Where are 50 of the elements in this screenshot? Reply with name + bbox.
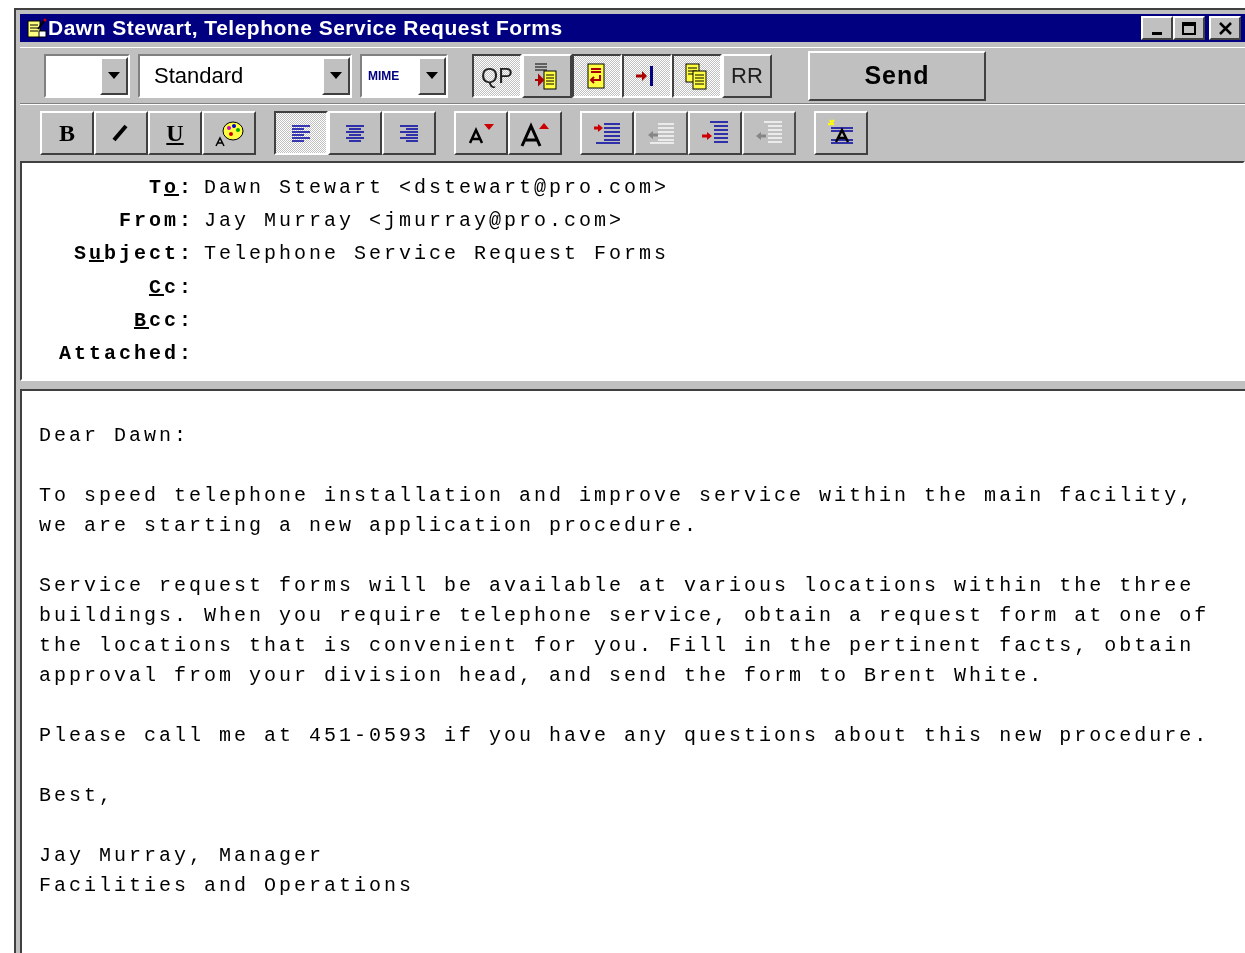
field-label: To:: [147, 174, 195, 201]
dropdown[interactable]: [44, 53, 130, 98]
close-button[interactable]: [1209, 16, 1241, 40]
highlight-button[interactable]: [814, 111, 868, 155]
paragraph: Jay Murray, Manager Facilities and Operations: [39, 843, 416, 899]
copy-button[interactable]: [672, 53, 722, 98]
field-label: Bcc:: [132, 307, 195, 334]
tab-button[interactable]: [622, 53, 672, 98]
paragraph: Best,: [39, 783, 115, 809]
align-center-button[interactable]: [328, 111, 382, 155]
caret-icon: [426, 71, 438, 80]
paragraph: Please call me at 451-0593 if you have any questions about this new procedure.: [39, 723, 1211, 749]
font-larger-button[interactable]: [508, 111, 562, 155]
caret-icon: [108, 71, 120, 80]
window-title: Dawn Stewart, Telephone Service Request Forms: [48, 15, 563, 42]
paragraph: Service request forms will be available at various locations within the three buildings. When you require telephone service, obtain a request form at one of the locations that is convenient for you. Fill in the pertinent facts, obtain approval from your division head, and send the form to Brent White.: [39, 573, 1211, 689]
font-smaller-button[interactable]: [454, 111, 508, 155]
toolbar-button[interactable]: U: [148, 111, 202, 155]
maximize-icon: [1182, 21, 1196, 35]
send-button[interactable]: Send: [808, 50, 986, 101]
toolbar-button[interactable]: RR: [722, 53, 772, 98]
insert-file-button[interactable]: [522, 53, 572, 98]
field-label: Cc:: [147, 274, 195, 301]
field-value[interactable]: Jay Murray <jmurray@pro.com>: [204, 206, 625, 236]
toolbar-button[interactable]: QP: [472, 53, 522, 98]
dropdown[interactable]: MIME: [360, 53, 448, 98]
caret-icon: [330, 71, 342, 80]
field-label: Attached:: [57, 341, 195, 368]
indent-button[interactable]: [580, 111, 634, 155]
paragraph: Dear Dawn:: [39, 423, 191, 449]
wrap-button[interactable]: [572, 53, 622, 98]
palette-button[interactable]: [202, 111, 256, 155]
palette-icon: [214, 118, 244, 148]
field-value[interactable]: Telephone Service Request Forms: [204, 239, 670, 270]
maximize-button[interactable]: [1173, 16, 1205, 40]
message-body[interactable]: [20, 389, 1245, 953]
toolbar-button[interactable]: B: [40, 111, 94, 155]
field-label: Su bject:: [72, 241, 195, 268]
italic-button[interactable]: [94, 111, 148, 155]
dropdown[interactable]: Standard: [138, 53, 352, 98]
align-left-button[interactable]: [274, 111, 328, 155]
field-label: From:: [118, 208, 195, 234]
indent-block-button[interactable]: [688, 111, 742, 155]
close-icon: [1218, 21, 1232, 35]
minimize-button[interactable]: [1141, 16, 1173, 40]
minimize-icon: [1152, 32, 1162, 35]
paragraph: To speed telephone installation and improve service within the main facility, we are starting a new application procedure.: [39, 483, 1196, 539]
align-right-button[interactable]: [382, 111, 436, 155]
compose-icon: [26, 17, 48, 39]
field-value[interactable]: Dawn Stewart <dstewart@pro.com>: [204, 172, 670, 203]
